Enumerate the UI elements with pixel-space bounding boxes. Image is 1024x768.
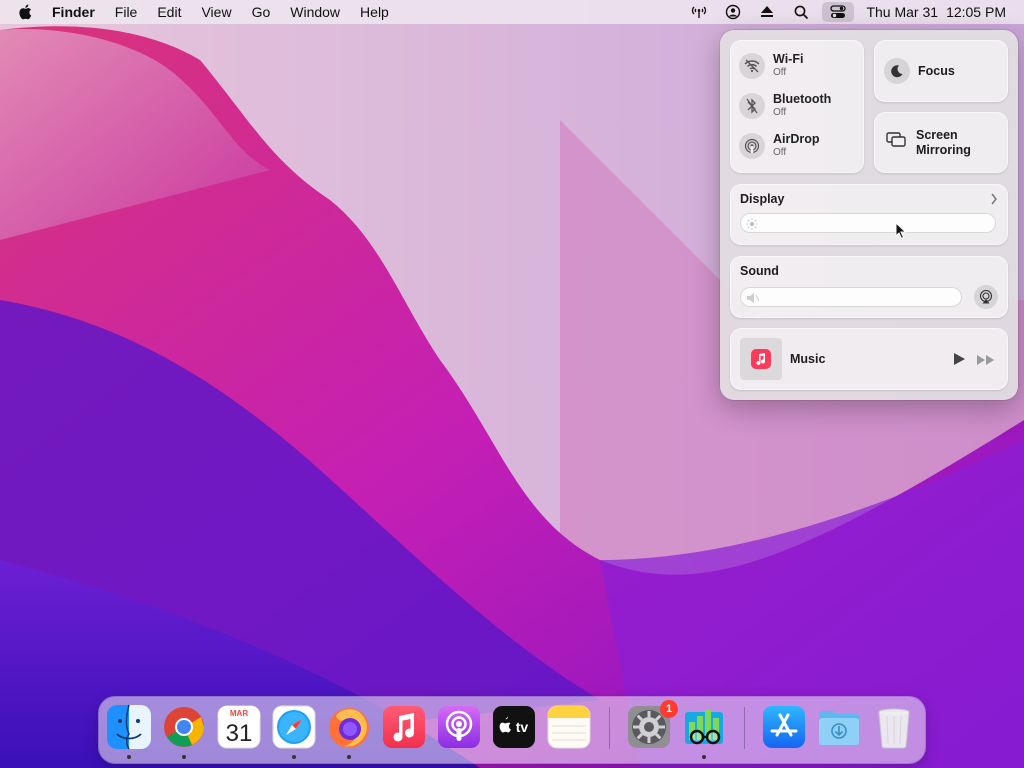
bluetooth-status: Off (773, 107, 787, 118)
dock-notes-icon[interactable] (546, 704, 592, 750)
dock-tv-icon[interactable]: tv (491, 704, 537, 750)
tv-label: tv (516, 719, 529, 735)
menu-app-name[interactable]: Finder (42, 0, 105, 24)
bluetooth-title: Bluetooth (773, 92, 832, 106)
chrome-running-indicator (182, 755, 186, 759)
dock-finder-icon[interactable] (106, 704, 152, 750)
dock: MAR 31 tv 1 (99, 697, 925, 763)
menu-edit[interactable]: Edit (147, 0, 191, 24)
airdrop-icon (739, 133, 765, 159)
display-title: Display (740, 192, 785, 206)
volume-slider[interactable] (740, 287, 962, 307)
sound-title: Sound (740, 264, 779, 278)
calendar-month: MAR (230, 709, 248, 718)
firefox-running-indicator (347, 755, 351, 759)
dock-calendar-icon[interactable]: MAR 31 (216, 704, 262, 750)
airplay-audio-icon[interactable] (974, 285, 998, 309)
dock-separator (744, 707, 745, 749)
wifi-off-icon (739, 53, 765, 79)
search-icon[interactable] (784, 0, 818, 24)
radio-antenna-icon[interactable] (682, 0, 716, 24)
bluetooth-off-icon (739, 93, 765, 119)
dock-system-preferences-icon[interactable]: 1 (626, 700, 678, 750)
speaker-muted-icon (746, 291, 760, 309)
eject-icon[interactable] (750, 0, 784, 24)
menu-help[interactable]: Help (350, 0, 399, 24)
dock-podcasts-icon[interactable] (436, 704, 482, 750)
calendar-day: 31 (226, 720, 253, 747)
focus-label: Focus (918, 64, 955, 78)
menubar-time: 12:05 PM (946, 4, 1006, 20)
wifi-status: Off (773, 67, 787, 78)
dock-downloads-folder-icon[interactable] (816, 704, 862, 750)
user-circle-icon[interactable] (716, 0, 750, 24)
play-icon[interactable] (952, 352, 966, 371)
dock-firefox-icon[interactable] (326, 704, 372, 750)
menu-window[interactable]: Window (280, 0, 350, 24)
apple-logo-icon[interactable] (10, 4, 42, 20)
screen-mirroring-label: Screen Mirroring (916, 127, 971, 157)
brightness-slider[interactable] (740, 213, 996, 233)
screen-mirroring-icon (886, 132, 906, 153)
dock-app-store-icon[interactable] (761, 704, 807, 750)
sun-icon (746, 217, 758, 235)
finder-running-indicator (127, 755, 131, 759)
chevron-right-icon[interactable] (990, 192, 998, 210)
glasses-app-running-indicator (702, 755, 706, 759)
control-center-panel: Wi-Fi Off Bluetooth Off AirDrop Off Focu… (720, 30, 1018, 400)
moon-icon (884, 58, 910, 84)
focus-button[interactable]: Focus (874, 40, 1008, 102)
fast-forward-icon[interactable] (976, 353, 996, 371)
airdrop-status: Off (773, 147, 787, 158)
screen-mirroring-button[interactable]: Screen Mirroring (874, 112, 1008, 173)
music-app-icon (740, 338, 782, 380)
control-center-icon[interactable] (822, 2, 855, 22)
notification-badge: 1 (660, 700, 678, 718)
menu-file[interactable]: File (105, 0, 148, 24)
menubar-date: Thu Mar 31 (866, 4, 939, 20)
menu-go[interactable]: Go (242, 0, 281, 24)
dock-chrome-icon[interactable] (161, 704, 207, 750)
safari-running-indicator (292, 755, 296, 759)
display-module: Display (730, 184, 1008, 245)
airdrop-title: AirDrop (773, 132, 820, 146)
now-playing-module[interactable]: Music (730, 328, 1008, 390)
dock-trash-icon[interactable] (871, 704, 917, 750)
now-playing-title: Music (790, 352, 826, 366)
menu-view[interactable]: View (191, 0, 241, 24)
sound-module: Sound (730, 256, 1008, 318)
mouse-pointer-icon (895, 221, 907, 245)
airdrop-toggle[interactable]: AirDrop Off (739, 133, 820, 159)
dock-safari-icon[interactable] (271, 704, 317, 750)
wifi-toggle[interactable]: Wi-Fi Off (739, 53, 803, 79)
wifi-title: Wi-Fi (773, 52, 804, 66)
dock-separator (609, 707, 610, 749)
bluetooth-toggle[interactable]: Bluetooth Off (739, 93, 831, 119)
network-tile: Wi-Fi Off Bluetooth Off AirDrop Off (730, 40, 864, 173)
menubar-clock[interactable]: Thu Mar 31 12:05 PM (858, 4, 1014, 20)
menu-bar: Finder File Edit View Go Window Help Thu… (0, 0, 1024, 24)
dock-glasses-app-icon[interactable] (681, 704, 727, 750)
dock-music-icon[interactable] (381, 704, 427, 750)
